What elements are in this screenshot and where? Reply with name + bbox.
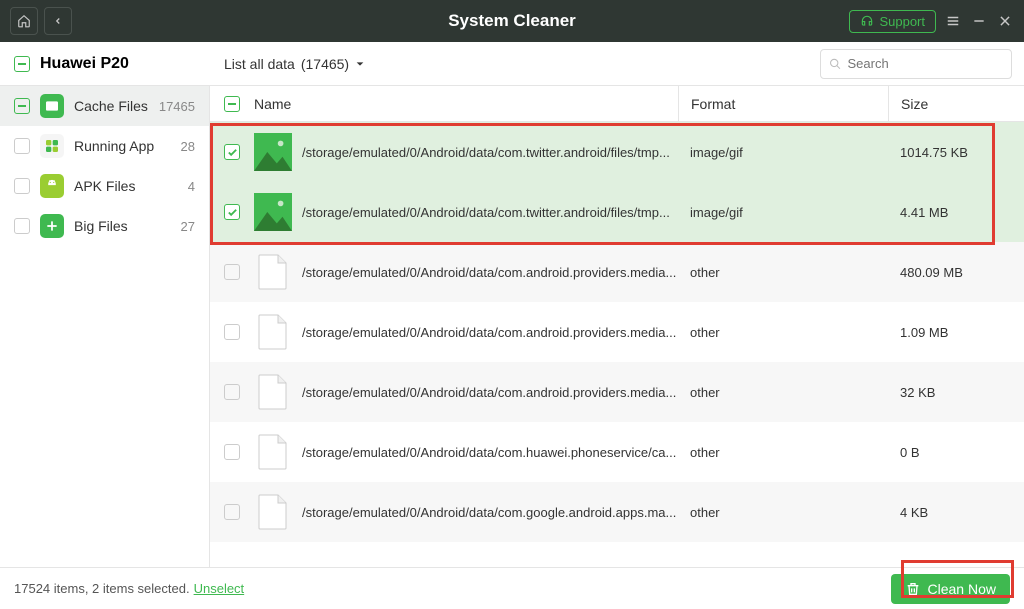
select-all-checkbox[interactable] (224, 96, 240, 112)
file-path: /storage/emulated/0/Android/data/com.goo… (302, 505, 678, 520)
titlebar: System Cleaner Support (0, 0, 1024, 42)
search-box[interactable] (820, 49, 1012, 79)
file-path: /storage/emulated/0/Android/data/com.twi… (302, 145, 678, 160)
table-row[interactable]: /storage/emulated/0/Android/data/com.and… (210, 302, 1024, 362)
header-name[interactable]: Name (254, 96, 291, 112)
big-files-icon (40, 214, 64, 238)
table-row[interactable]: /storage/emulated/0/Android/data/com.and… (210, 242, 1024, 302)
category-checkbox[interactable] (14, 138, 30, 154)
close-button[interactable] (996, 12, 1014, 30)
filter-count: (17465) (301, 56, 349, 72)
header-size[interactable]: Size (901, 96, 928, 112)
cache-files-icon (40, 94, 64, 118)
file-format: image/gif (678, 122, 888, 182)
device-name: Huawei P20 (40, 55, 129, 73)
row-checkbox[interactable] (224, 504, 240, 520)
file-size: 4 KB (888, 482, 1024, 542)
running-app-icon (40, 134, 64, 158)
headset-icon (860, 14, 874, 28)
sidebar-item-count: 4 (188, 179, 195, 194)
row-checkbox[interactable] (224, 204, 240, 220)
image-thumb-icon (254, 193, 292, 231)
search-icon (829, 57, 842, 71)
file-size: 0 B (888, 422, 1024, 482)
row-checkbox[interactable] (224, 384, 240, 400)
device-section: Huawei P20 (0, 55, 210, 73)
category-checkbox[interactable] (14, 98, 30, 114)
footer: 17524 items, 2 items selected. Unselect … (0, 567, 1024, 609)
minimize-button[interactable] (970, 12, 988, 30)
document-thumb-icon (254, 373, 292, 411)
sidebar-item-label: Big Files (74, 218, 128, 234)
row-checkbox[interactable] (224, 324, 240, 340)
filter-dropdown[interactable]: List all data (17465) (210, 56, 820, 72)
file-size: 4.41 MB (888, 182, 1024, 242)
file-path: /storage/emulated/0/Android/data/com.and… (302, 265, 678, 280)
file-format: other (678, 422, 888, 482)
status-text: 17524 items, 2 items selected. (14, 581, 190, 596)
device-checkbox[interactable] (14, 56, 30, 72)
sidebar-item-label: APK Files (74, 178, 135, 194)
sidebar-item-apk-files[interactable]: APK Files 4 (0, 166, 209, 206)
sidebar: Cache Files 17465 Running App 28 APK Fil… (0, 86, 210, 567)
category-checkbox[interactable] (14, 178, 30, 194)
support-button[interactable]: Support (849, 10, 936, 33)
sidebar-item-count: 28 (181, 139, 195, 154)
search-input[interactable] (848, 56, 1003, 71)
trash-icon (905, 581, 921, 597)
file-format: other (678, 302, 888, 362)
table-row[interactable]: /storage/emulated/0/Android/data/com.twi… (210, 122, 1024, 182)
file-path: /storage/emulated/0/Android/data/com.hua… (302, 445, 678, 460)
table-header: Name Format Size (210, 86, 1024, 122)
file-size: 1.09 MB (888, 302, 1024, 362)
row-checkbox[interactable] (224, 144, 240, 160)
table-row[interactable]: /storage/emulated/0/Android/data/com.goo… (210, 482, 1024, 542)
document-thumb-icon (254, 313, 292, 351)
filter-prefix: List all data (224, 56, 295, 72)
file-path: /storage/emulated/0/Android/data/com.and… (302, 385, 678, 400)
apk-files-icon (40, 174, 64, 198)
file-path: /storage/emulated/0/Android/data/com.and… (302, 325, 678, 340)
category-checkbox[interactable] (14, 218, 30, 234)
toolbar: Huawei P20 List all data (17465) (0, 42, 1024, 86)
image-thumb-icon (254, 133, 292, 171)
document-thumb-icon (254, 433, 292, 471)
sidebar-item-running-app[interactable]: Running App 28 (0, 126, 209, 166)
menu-button[interactable] (944, 12, 962, 30)
table-row[interactable]: /storage/emulated/0/Android/data/com.hua… (210, 422, 1024, 482)
table-row[interactable]: /storage/emulated/0/Android/data/com.twi… (210, 182, 1024, 242)
unselect-link[interactable]: Unselect (194, 581, 245, 596)
clean-now-label: Clean Now (928, 581, 996, 597)
document-thumb-icon (254, 253, 292, 291)
app-title: System Cleaner (448, 11, 576, 31)
table-row[interactable]: /storage/emulated/0/Android/data/com.and… (210, 362, 1024, 422)
file-size: 1014.75 KB (888, 122, 1024, 182)
sidebar-item-big-files[interactable]: Big Files 27 (0, 206, 209, 246)
sidebar-item-cache-files[interactable]: Cache Files 17465 (0, 86, 209, 126)
file-format: other (678, 242, 888, 302)
sidebar-item-count: 27 (181, 219, 195, 234)
support-label: Support (879, 14, 925, 29)
home-button[interactable] (10, 7, 38, 35)
file-size: 32 KB (888, 362, 1024, 422)
file-format: other (678, 482, 888, 542)
row-checkbox[interactable] (224, 444, 240, 460)
chevron-down-icon (355, 59, 365, 69)
file-size: 480.09 MB (888, 242, 1024, 302)
table-body: /storage/emulated/0/Android/data/com.twi… (210, 122, 1024, 567)
clean-now-button[interactable]: Clean Now (891, 574, 1010, 604)
row-checkbox[interactable] (224, 264, 240, 280)
file-format: other (678, 362, 888, 422)
sidebar-item-label: Running App (74, 138, 154, 154)
file-format: image/gif (678, 182, 888, 242)
content: Name Format Size /storage/emulated/0/And… (209, 86, 1024, 567)
sidebar-item-label: Cache Files (74, 98, 148, 114)
back-button[interactable] (44, 7, 72, 35)
file-path: /storage/emulated/0/Android/data/com.twi… (302, 205, 678, 220)
sidebar-item-count: 17465 (159, 99, 195, 114)
document-thumb-icon (254, 493, 292, 531)
header-format[interactable]: Format (691, 96, 735, 112)
